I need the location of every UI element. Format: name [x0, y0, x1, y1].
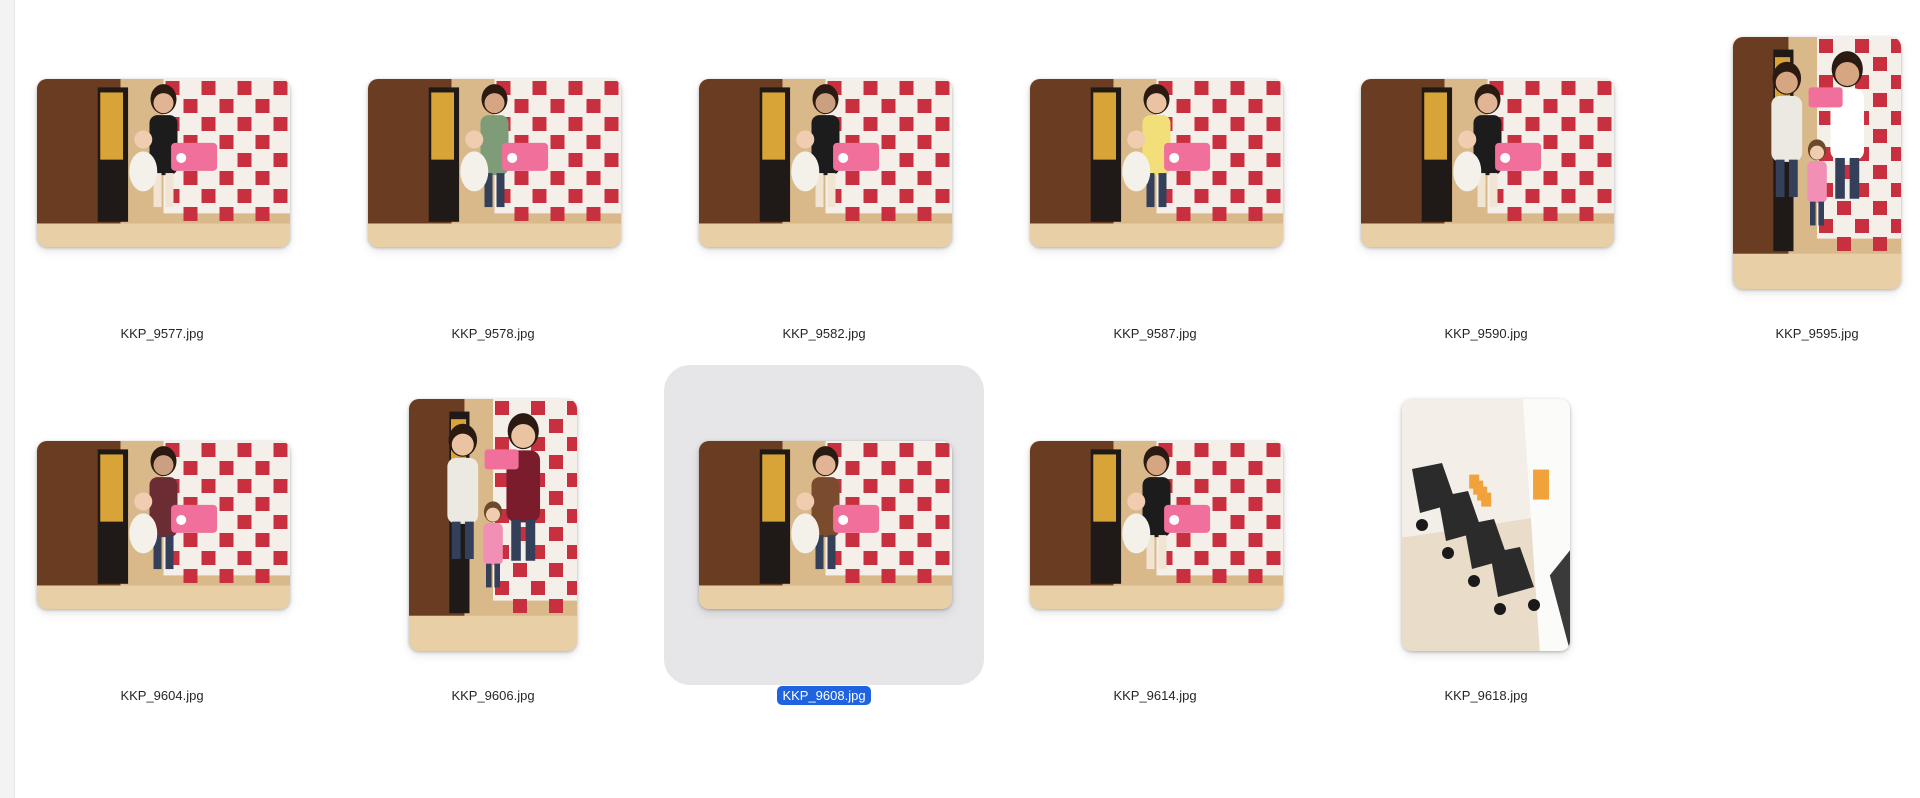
photo-thumbnail[interactable]	[37, 441, 290, 609]
file-name-label[interactable]: KKP_9582.jpg	[777, 324, 870, 343]
file-tile-kkp-9595[interactable]: KKP_9595.jpg	[1657, 35, 1919, 397]
finder-icon-view: KKP_9577.jpg KKP_9578.jpg KKP_9582.jpg K…	[0, 0, 1920, 798]
file-name-label[interactable]: KKP_9608.jpg	[777, 686, 871, 705]
file-name-label[interactable]: KKP_9604.jpg	[115, 686, 208, 705]
file-tile-kkp-9587[interactable]: KKP_9587.jpg	[995, 35, 1326, 397]
file-tile-kkp-9577[interactable]: KKP_9577.jpg	[2, 35, 333, 397]
file-name-label[interactable]: KKP_9578.jpg	[446, 324, 539, 343]
file-tile-kkp-9618[interactable]: KKP_9618.jpg	[1326, 397, 1657, 759]
file-tile-kkp-9606[interactable]: KKP_9606.jpg	[333, 397, 664, 759]
file-name-label[interactable]: KKP_9577.jpg	[115, 324, 208, 343]
file-name-label[interactable]: KKP_9590.jpg	[1439, 324, 1532, 343]
file-tile-kkp-9582[interactable]: KKP_9582.jpg	[664, 35, 995, 397]
file-tile-kkp-9608[interactable]: KKP_9608.jpg	[664, 365, 995, 727]
file-name-label[interactable]: KKP_9606.jpg	[446, 686, 539, 705]
photo-thumbnail[interactable]	[699, 79, 952, 247]
photo-thumbnail[interactable]	[1361, 79, 1614, 247]
photo-thumbnail[interactable]	[1030, 79, 1283, 247]
photo-thumbnail[interactable]	[699, 441, 952, 609]
photo-thumbnail[interactable]	[1030, 441, 1283, 609]
photo-thumbnail[interactable]	[409, 399, 577, 651]
photo-thumbnail[interactable]	[37, 79, 290, 247]
file-tile-kkp-9578[interactable]: KKP_9578.jpg	[333, 35, 664, 397]
photo-thumbnail[interactable]	[1402, 399, 1570, 651]
file-tile-kkp-9614[interactable]: KKP_9614.jpg	[995, 397, 1326, 759]
file-grid: KKP_9577.jpg KKP_9578.jpg KKP_9582.jpg K…	[0, 0, 1920, 798]
photo-thumbnail[interactable]	[1733, 37, 1901, 289]
file-tile-kkp-9604[interactable]: KKP_9604.jpg	[2, 397, 333, 759]
file-name-label[interactable]: KKP_9595.jpg	[1770, 324, 1863, 343]
file-name-label[interactable]: KKP_9614.jpg	[1108, 686, 1201, 705]
file-name-label[interactable]: KKP_9587.jpg	[1108, 324, 1201, 343]
file-name-label[interactable]: KKP_9618.jpg	[1439, 686, 1532, 705]
file-tile-kkp-9590[interactable]: KKP_9590.jpg	[1326, 35, 1657, 397]
photo-thumbnail[interactable]	[368, 79, 621, 247]
